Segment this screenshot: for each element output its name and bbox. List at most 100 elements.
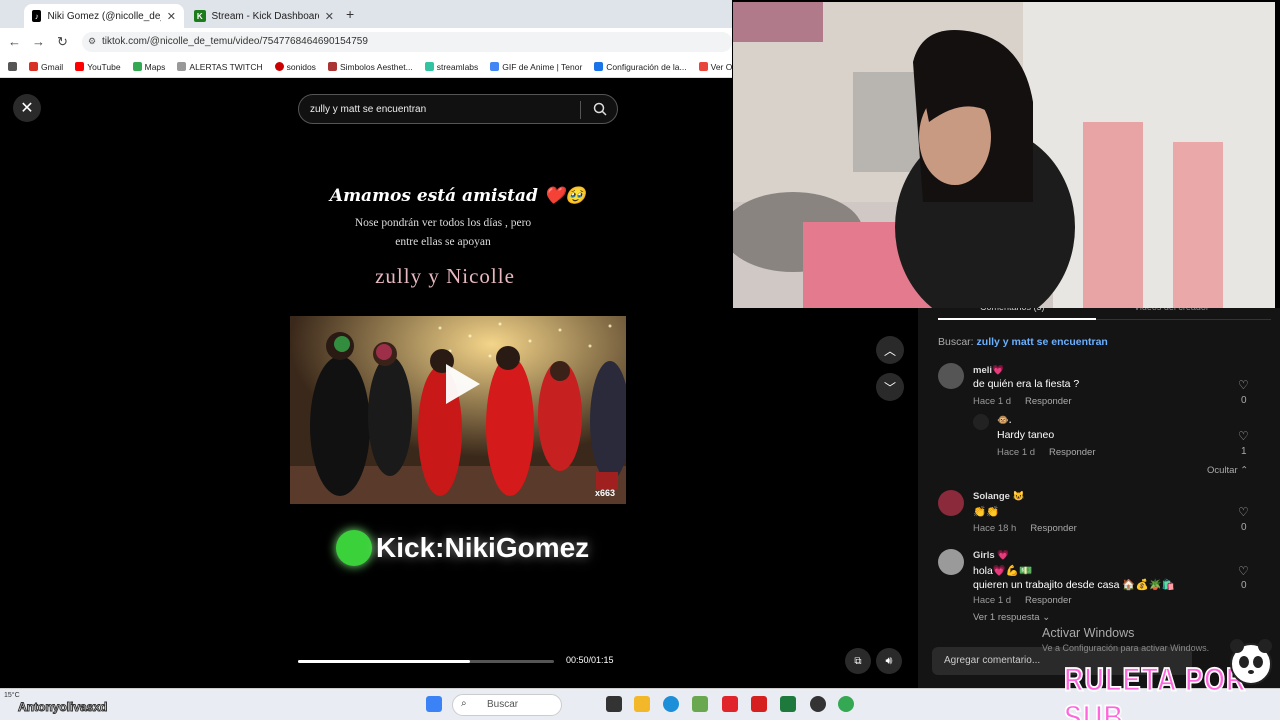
close-tab-icon[interactable]: ✕ — [167, 10, 176, 23]
new-tab-icon[interactable]: + — [346, 6, 354, 22]
apps-icon[interactable] — [8, 62, 17, 71]
reply-button[interactable]: Responder — [1025, 396, 1071, 407]
floating-player-button[interactable]: ⧉ — [845, 648, 871, 674]
weather-widget[interactable]: 15°C — [4, 692, 20, 699]
bookmark-label: GIF de Anime | Tenor — [502, 61, 583, 72]
comment-username[interactable]: 🐵. — [997, 415, 1011, 426]
like-icon[interactable]: ♡ — [1238, 378, 1249, 392]
start-icon[interactable] — [426, 696, 442, 712]
like-count: 0 — [1241, 580, 1247, 591]
chrome-icon[interactable] — [838, 696, 854, 712]
tiktok-icon: ♪ — [32, 10, 42, 22]
view-replies-button[interactable]: Ver 1 respuesta ⌄ — [973, 612, 1050, 623]
close-tab-icon[interactable]: ✕ — [325, 10, 334, 23]
taskbar-search[interactable]: Buscar — [452, 694, 562, 716]
hide-replies-button[interactable]: Ocultar ⌃ — [1207, 465, 1248, 476]
chevron-up-icon: ⌃ — [1240, 465, 1249, 476]
comment-username[interactable]: Girls 💗 — [973, 550, 1009, 561]
avatar[interactable] — [938, 549, 964, 575]
volume-icon: 🔊︎ — [885, 654, 893, 667]
caption-line: entre ellas se apoyan — [395, 236, 491, 248]
caption-title: Amamos está amistad ❤️🥹 — [329, 186, 587, 206]
prev-video-button[interactable]: ︿ — [876, 336, 904, 364]
edge-icon[interactable] — [663, 696, 679, 712]
url-field[interactable]: ⚙ tiktok.com/@nicolle_de_temu/video/7547… — [82, 32, 732, 52]
next-video-button[interactable]: ﹀ — [876, 373, 904, 401]
avatar[interactable] — [938, 363, 964, 389]
related-search[interactable]: Buscar: zully y matt se encuentran — [938, 336, 1108, 348]
tab-kick[interactable]: K Stream - Kick Dashboard ✕ — [186, 4, 342, 28]
video-time: 00:50/01:15 — [566, 655, 614, 665]
app-icon[interactable] — [751, 696, 767, 712]
excel-icon[interactable] — [780, 696, 796, 712]
related-search-term[interactable]: zully y matt se encuentran — [977, 336, 1108, 348]
bookmark-youtube[interactable]: YouTube — [75, 62, 121, 72]
video-thumbnail[interactable] — [290, 316, 626, 504]
search-value: zully y matt se encuentran — [310, 104, 427, 115]
video-watermark: x663 — [595, 488, 616, 498]
close-icon: ✕ — [20, 100, 34, 117]
tiktok-search-input[interactable]: zully y matt se encuentran — [298, 94, 618, 124]
forward-icon[interactable]: → — [32, 34, 45, 49]
reply-button[interactable]: Responder — [1049, 447, 1095, 458]
avatar[interactable] — [973, 414, 989, 430]
bookmark-streamlabs[interactable]: streamlabs — [424, 62, 478, 72]
volume-button[interactable]: 🔊︎ — [876, 648, 902, 674]
chevron-down-icon: ﹀ — [883, 380, 896, 395]
bookmark-simbolos[interactable]: Simbolos Aesthet... — [327, 62, 413, 72]
caption-text: Nose pondrán ver todos los días , pero e… — [330, 214, 556, 252]
play-icon[interactable] — [446, 364, 480, 404]
comment-meta: Hace 1 d Responder — [973, 595, 1072, 606]
kick-icon: K — [194, 10, 206, 22]
comment-text: de quién era la fiesta ? — [973, 378, 1080, 390]
bookmark-config[interactable]: Configuración de la... — [594, 62, 687, 72]
back-icon[interactable]: ← — [8, 34, 21, 49]
bookmark-ver[interactable]: Ver Or — [698, 61, 732, 72]
video-progress-fill — [298, 660, 470, 663]
chevron-down-icon: ⌄ — [1042, 612, 1051, 623]
reload-icon[interactable]: ↻ — [57, 34, 68, 50]
bookmarks-bar: Gmail YouTube Maps ALERTAS TWITCH sonido… — [0, 56, 732, 78]
bookmark-maps[interactable]: Maps — [132, 62, 165, 72]
bookmark-alertas[interactable]: ALERTAS TWITCH — [177, 62, 263, 72]
comment-time: Hace 18 h — [973, 523, 1017, 534]
like-icon[interactable]: ♡ — [1238, 429, 1249, 443]
view-replies-label: Ver 1 respuesta — [973, 612, 1040, 623]
tab-label: Niki Gomez (@nicolle_de_temu) — [47, 10, 161, 22]
kick-overlay: Kick:NikiGomez — [336, 530, 589, 566]
comment-meta: Hace 1 d Responder — [973, 396, 1072, 407]
site-info-icon[interactable]: ⚙ — [88, 36, 96, 47]
bookmark-label: sonidos — [286, 61, 316, 72]
comment-meta: Hace 1 d Responder — [997, 447, 1096, 458]
obs-icon[interactable] — [810, 696, 826, 712]
url-text: tiktok.com/@nicolle_de_temu/video/754776… — [102, 36, 368, 47]
screen: { "browser": { "tabs": [ {"label": "Niki… — [0, 0, 1280, 720]
bookmark-tenor[interactable]: GIF de Anime | Tenor — [490, 62, 582, 72]
file-explorer-icon[interactable] — [634, 696, 650, 712]
bookmark-label: Ver Or — [710, 61, 732, 72]
taskview-icon[interactable] — [606, 696, 622, 712]
search-label: Buscar: — [938, 336, 974, 348]
reply-button[interactable]: Responder — [1025, 595, 1071, 606]
search-icon: ⌕ — [461, 698, 467, 709]
avatar[interactable] — [938, 490, 964, 516]
search-icon[interactable] — [593, 102, 607, 116]
snipping-icon[interactable] — [692, 696, 708, 712]
caption-names: zully y Nicolle — [290, 264, 600, 289]
like-count: 1 — [1241, 446, 1247, 457]
like-count: 0 — [1241, 395, 1247, 406]
like-icon[interactable]: ♡ — [1238, 564, 1249, 578]
app-icon[interactable] — [722, 696, 738, 712]
video-progress-bar[interactable] — [298, 660, 554, 663]
comment-username[interactable]: Solange 😺 — [973, 491, 1024, 502]
close-video-button[interactable]: ✕ — [13, 94, 41, 122]
reply-button[interactable]: Responder — [1030, 523, 1076, 534]
webcam-overlay — [733, 2, 1275, 308]
tab-tiktok[interactable]: ♪ Niki Gomez (@nicolle_de_temu) ✕ — [24, 4, 184, 28]
like-icon[interactable]: ♡ — [1238, 505, 1249, 519]
bookmark-sonidos[interactable]: sonidos — [274, 61, 316, 72]
comment-time: Hace 1 d — [997, 447, 1036, 458]
bookmark-gmail[interactable]: Gmail — [29, 62, 63, 72]
comment-username[interactable]: meli💗 — [973, 365, 1004, 376]
comment-text: quieren un trabajito desde casa 🏠💰🪴🛍️ — [973, 579, 1175, 591]
